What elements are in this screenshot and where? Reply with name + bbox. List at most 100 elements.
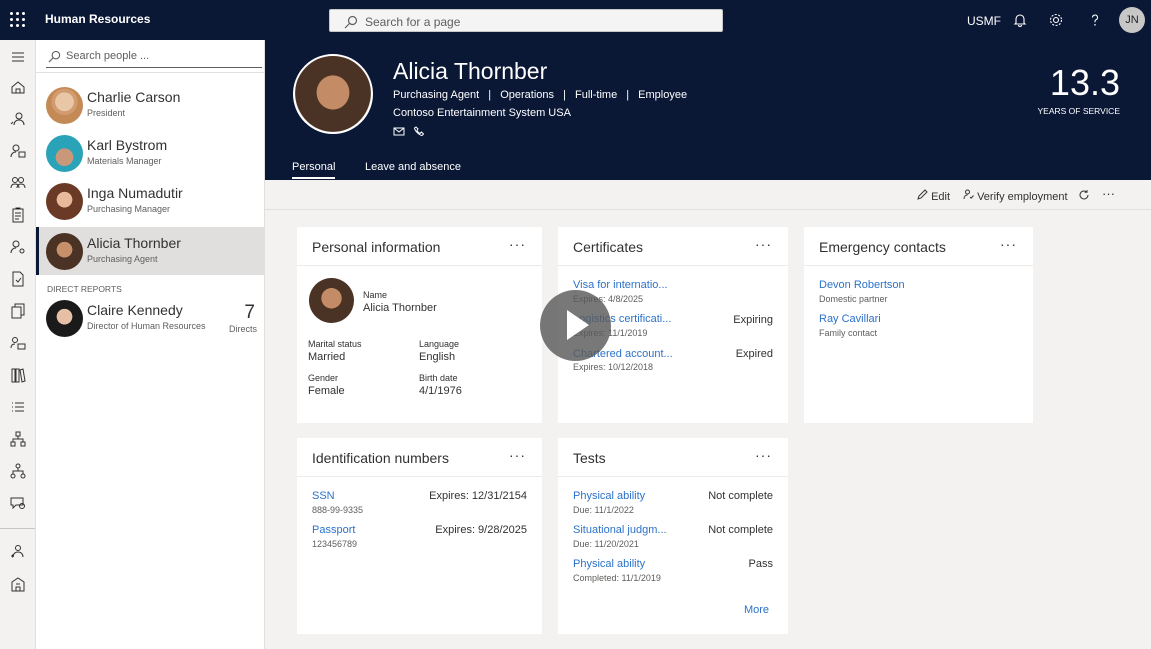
contact-link[interactable]: Ray Cavillari bbox=[819, 313, 881, 325]
birth-date-label: Birth date bbox=[419, 373, 458, 383]
card-header: Tests ··· bbox=[558, 438, 788, 477]
card-title: Identification numbers bbox=[312, 450, 449, 466]
contact-relation: Domestic partner bbox=[819, 294, 888, 304]
card-header: Certificates ··· bbox=[558, 227, 788, 266]
employee-company[interactable]: Contoso Entertainment System USA bbox=[393, 107, 571, 119]
waffle-icon[interactable] bbox=[10, 12, 26, 28]
more-tests-link[interactable]: More bbox=[744, 604, 769, 616]
people-panel: Search people ... Charlie Carson Preside… bbox=[36, 40, 265, 649]
contact-relation: Family contact bbox=[819, 328, 878, 338]
top-bar: Human Resources Search for a page USMF J… bbox=[0, 0, 1151, 40]
tab-personal[interactable]: Personal bbox=[292, 161, 336, 179]
building-icon[interactable] bbox=[9, 575, 27, 593]
tab-leave-and-absence[interactable]: Leave and absence bbox=[365, 161, 461, 173]
refresh-icon[interactable] bbox=[1078, 189, 1090, 201]
edit-button[interactable]: Edit bbox=[917, 189, 950, 203]
gear-icon[interactable] bbox=[1048, 12, 1064, 28]
identification-number: 888-99-9335 bbox=[312, 505, 364, 515]
person-item-claire-kennedy[interactable]: Claire Kennedy Director of Human Resourc… bbox=[36, 294, 265, 342]
team-icon[interactable] bbox=[9, 174, 27, 192]
search-icon bbox=[48, 50, 61, 63]
card-title: Personal information bbox=[312, 239, 441, 255]
people-search-icon[interactable] bbox=[9, 110, 27, 128]
person-name: Karl Bystrom bbox=[87, 137, 168, 153]
person-name: Charlie Carson bbox=[87, 89, 181, 105]
play-button[interactable] bbox=[540, 290, 611, 361]
test-status: Not complete bbox=[708, 524, 773, 536]
list-icon[interactable] bbox=[9, 398, 27, 416]
language-value: English bbox=[419, 351, 456, 363]
employee-header: Alicia Thornber Purchasing Agent | Opera… bbox=[265, 40, 1151, 180]
gender-value: Female bbox=[308, 385, 345, 397]
company-selector[interactable]: USMF bbox=[967, 14, 1001, 28]
document-check-icon[interactable] bbox=[9, 270, 27, 288]
search-icon bbox=[344, 15, 358, 29]
org-chart-icon[interactable] bbox=[9, 462, 27, 480]
person-check-icon bbox=[963, 189, 974, 200]
employee-job-title[interactable]: Purchasing Agent bbox=[393, 89, 479, 101]
org-workflow-icon[interactable] bbox=[9, 430, 27, 448]
person-title: Purchasing Manager bbox=[87, 204, 171, 214]
employee-department[interactable]: Operations bbox=[500, 89, 554, 101]
hamburger-icon[interactable] bbox=[9, 48, 27, 66]
people-settings-icon[interactable] bbox=[9, 334, 27, 352]
card-more-button[interactable]: ··· bbox=[1000, 236, 1017, 252]
bell-icon[interactable] bbox=[1012, 12, 1028, 28]
user-avatar[interactable]: JN bbox=[1119, 7, 1145, 33]
app-name[interactable]: Human Resources bbox=[45, 12, 150, 26]
person-name: Inga Numadutir bbox=[87, 185, 183, 201]
people-search-placeholder: Search people ... bbox=[66, 50, 150, 62]
contact-icons bbox=[393, 125, 425, 139]
test-status: Not complete bbox=[708, 490, 773, 502]
test-status: Pass bbox=[748, 558, 773, 570]
people-search-input[interactable]: Search people ... bbox=[46, 46, 262, 68]
directs-count: 7 bbox=[244, 302, 255, 323]
card-header: Emergency contacts ··· bbox=[804, 227, 1033, 266]
meta-separator: | bbox=[626, 89, 630, 101]
certificate-link[interactable]: Visa for internatio... bbox=[573, 279, 668, 291]
employee-name: Alicia Thornber bbox=[393, 58, 548, 84]
card-title: Emergency contacts bbox=[819, 239, 946, 255]
clipboard-icon[interactable] bbox=[9, 206, 27, 224]
certificate-status: Expired bbox=[735, 348, 773, 360]
test-link[interactable]: Situational judgm... bbox=[573, 524, 667, 536]
people-add-icon[interactable] bbox=[9, 543, 27, 561]
card-more-button[interactable]: ··· bbox=[509, 236, 526, 252]
action-bar: Edit Verify employment ··· bbox=[265, 180, 1151, 210]
library-icon[interactable] bbox=[9, 366, 27, 384]
card-more-button[interactable]: ··· bbox=[755, 236, 772, 252]
employee-photo bbox=[293, 54, 373, 134]
test-date: Completed: 11/1/2019 bbox=[573, 573, 661, 583]
documents-icon[interactable] bbox=[9, 302, 27, 320]
person-item-alicia-thornber[interactable]: Alicia Thornber Purchasing Agent bbox=[36, 227, 265, 275]
person-item-inga-numadutir[interactable]: Inga Numadutir Purchasing Manager bbox=[36, 177, 265, 225]
person-item-charlie-carson[interactable]: Charlie Carson President bbox=[36, 81, 265, 129]
test-link[interactable]: Physical ability bbox=[573, 490, 645, 502]
person-name: Alicia Thornber bbox=[87, 235, 181, 251]
identification-expiry: Expires: 9/28/2025 bbox=[435, 524, 527, 536]
feedback-icon[interactable] bbox=[9, 494, 27, 512]
card-more-button[interactable]: ··· bbox=[509, 447, 526, 463]
employee-work-type: Full-time bbox=[575, 89, 618, 101]
person-workspace-icon[interactable] bbox=[9, 142, 27, 160]
nav-divider bbox=[0, 528, 35, 529]
home-icon[interactable] bbox=[9, 78, 27, 96]
person-item-karl-bystrom[interactable]: Karl Bystrom Materials Manager bbox=[36, 129, 265, 177]
contact-link[interactable]: Devon Robertson bbox=[819, 279, 905, 291]
birth-date-value: 4/1/1976 bbox=[419, 385, 462, 397]
mail-icon[interactable] bbox=[393, 126, 405, 136]
help-icon[interactable] bbox=[1087, 12, 1103, 28]
phone-icon[interactable] bbox=[414, 126, 425, 137]
more-actions-button[interactable]: ··· bbox=[1102, 186, 1115, 201]
test-link[interactable]: Physical ability bbox=[573, 558, 645, 570]
name-label: Name bbox=[363, 290, 388, 300]
verify-employment-button[interactable]: Verify employment bbox=[963, 189, 1068, 203]
identification-link[interactable]: SSN bbox=[312, 490, 335, 502]
card-more-button[interactable]: ··· bbox=[755, 447, 772, 463]
identification-numbers-card: Identification numbers ··· SSN 888-99-93… bbox=[297, 438, 542, 634]
page-search-input[interactable]: Search for a page bbox=[329, 9, 723, 32]
identification-link[interactable]: Passport bbox=[312, 524, 355, 536]
person-key-icon[interactable] bbox=[9, 238, 27, 256]
avatar bbox=[46, 183, 83, 220]
card-header: Personal information ··· bbox=[297, 227, 542, 266]
